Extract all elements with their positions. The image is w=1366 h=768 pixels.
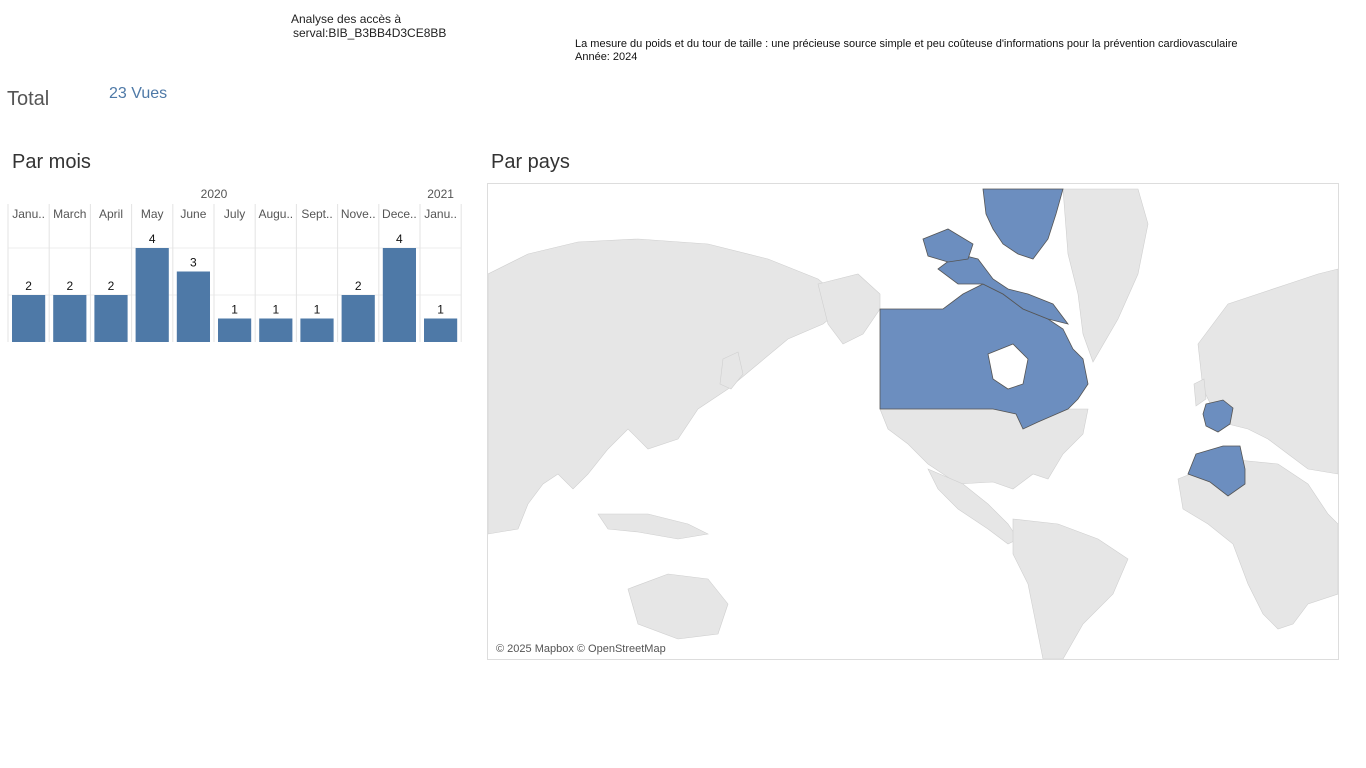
map-land-south-america bbox=[1012, 518, 1129, 659]
month-label: Sept.. bbox=[301, 207, 332, 221]
map-land-usa bbox=[879, 408, 1089, 490]
bar-value-label: 2 bbox=[355, 279, 362, 293]
bar bbox=[135, 248, 169, 342]
bar bbox=[259, 318, 293, 342]
report-title-line2: serval:BIB_B3BB4D3CE8BB bbox=[293, 26, 447, 40]
bar-value-label: 1 bbox=[314, 303, 321, 317]
map-country-canada bbox=[879, 283, 1089, 430]
month-label: June bbox=[180, 207, 206, 221]
bar-value-label: 1 bbox=[272, 303, 279, 317]
month-label: May bbox=[141, 207, 164, 221]
month-label: Augu.. bbox=[258, 207, 293, 221]
total-label: Total bbox=[7, 88, 50, 110]
map-country-canada-north-islands bbox=[982, 188, 1064, 260]
bar bbox=[218, 318, 252, 342]
by-month-title: Par mois bbox=[12, 151, 91, 173]
map-land-indonesia bbox=[597, 513, 709, 540]
total-value: 23 Vues bbox=[109, 85, 168, 102]
bar-value-label: 1 bbox=[437, 303, 444, 317]
bar-value-label: 2 bbox=[108, 279, 115, 293]
year-label: 2021 bbox=[427, 187, 454, 201]
bar bbox=[341, 295, 375, 342]
map-country-canada-baffin bbox=[922, 228, 974, 263]
bar-value-label: 4 bbox=[149, 232, 156, 246]
year-label: 2020 bbox=[201, 187, 228, 201]
bar-value-label: 1 bbox=[231, 303, 238, 317]
world-map[interactable]: © 2025 Mapbox © OpenStreetMap bbox=[487, 183, 1339, 660]
map-land-africa bbox=[1177, 458, 1338, 630]
bar bbox=[300, 318, 334, 342]
bar-value-label: 3 bbox=[190, 256, 197, 270]
month-label: Dece.. bbox=[382, 207, 417, 221]
map-land-uk bbox=[1193, 378, 1207, 407]
report-title-line1: Analyse des accès à bbox=[291, 12, 402, 26]
map-canvas bbox=[488, 188, 1338, 659]
map-country-france bbox=[1202, 399, 1234, 433]
publication-title: La mesure du poids et du tour de taille … bbox=[575, 38, 1238, 50]
bar bbox=[53, 295, 87, 342]
publication-year: Année: 2024 bbox=[575, 51, 638, 63]
bar bbox=[12, 295, 46, 342]
map-land-europe-russia bbox=[1197, 268, 1338, 475]
publication-info: La mesure du poids et du tour de taille … bbox=[575, 38, 1238, 64]
bar-value-label: 2 bbox=[66, 279, 73, 293]
month-label: Janu.. bbox=[12, 207, 45, 221]
month-label: July bbox=[224, 207, 245, 221]
month-label: March bbox=[53, 207, 86, 221]
map-land-alaska bbox=[817, 273, 881, 345]
by-country-title: Par pays bbox=[491, 151, 570, 173]
map-attribution: © 2025 Mapbox © OpenStreetMap bbox=[496, 643, 666, 655]
map-land-greenland bbox=[1062, 188, 1149, 363]
month-label: Nove.. bbox=[341, 207, 376, 221]
map-land-australia bbox=[627, 573, 729, 640]
month-label: April bbox=[99, 207, 123, 221]
bar bbox=[382, 248, 416, 342]
report-title: Analyse des accès à serval:BIB_B3BB4D3CE… bbox=[291, 12, 446, 40]
bar bbox=[176, 271, 210, 342]
bar bbox=[424, 318, 458, 342]
bar-value-label: 4 bbox=[396, 232, 403, 246]
bar bbox=[94, 295, 128, 342]
bar-value-label: 2 bbox=[25, 279, 32, 293]
month-label: Janu.. bbox=[424, 207, 457, 221]
map-land-asia bbox=[488, 238, 849, 535]
monthly-bar-chart: 2020 2021 Janu.. 2 March 2 April 2 May 4 June 3 July… bbox=[7, 187, 462, 342]
